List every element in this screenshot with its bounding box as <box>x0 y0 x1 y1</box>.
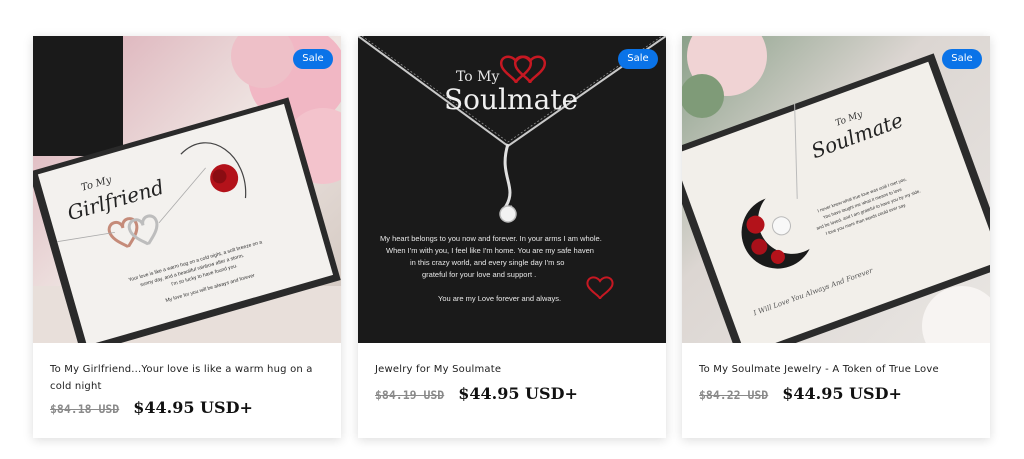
card-print-line: in this crazy world, and every single da… <box>410 258 564 267</box>
card-print-line: You are my Love forever and always. <box>438 294 561 303</box>
price-row: $84.22 USD $44.95 USD+ <box>699 384 902 403</box>
product-card[interactable]: To My Soulmate My heart belongs to you n… <box>358 36 666 438</box>
product-image[interactable]: To My Soulmate My heart belongs to you n… <box>358 36 666 343</box>
original-price: $84.22 USD <box>699 388 769 402</box>
price-row: $84.19 USD $44.95 USD+ <box>375 384 578 403</box>
card-print-name: Soulmate <box>444 83 578 116</box>
card-print-line: My heart belongs to you now and forever.… <box>380 234 602 243</box>
product-card[interactable]: To My Soulmate I never knew what true lo… <box>682 36 990 438</box>
card-print-line: When I'm with you, I feel like I'm home.… <box>386 246 594 255</box>
sale-badge: Sale <box>293 49 333 69</box>
product-title[interactable]: To My Soulmate Jewelry - A Token of True… <box>699 361 969 378</box>
original-price: $84.18 USD <box>50 402 120 416</box>
card-print-line: grateful for your love and support . <box>422 270 536 279</box>
sale-badge: Sale <box>618 49 658 69</box>
sale-badge: Sale <box>942 49 982 69</box>
product-title[interactable]: Jewelry for My Soulmate <box>375 361 645 378</box>
product-image[interactable]: To My Girlfriend Your love is like a war… <box>33 36 341 343</box>
sale-price: $44.95 USD+ <box>458 384 578 403</box>
product-card[interactable]: To My Girlfriend Your love is like a war… <box>33 36 341 438</box>
sale-price: $44.95 USD+ <box>133 398 253 417</box>
product-title[interactable]: To My Girlfriend...Your love is like a w… <box>50 361 320 395</box>
price-row: $84.18 USD $44.95 USD+ <box>50 398 253 417</box>
original-price: $84.19 USD <box>375 388 445 402</box>
product-image[interactable]: To My Soulmate I never knew what true lo… <box>682 36 990 343</box>
sale-price: $44.95 USD+ <box>782 384 902 403</box>
